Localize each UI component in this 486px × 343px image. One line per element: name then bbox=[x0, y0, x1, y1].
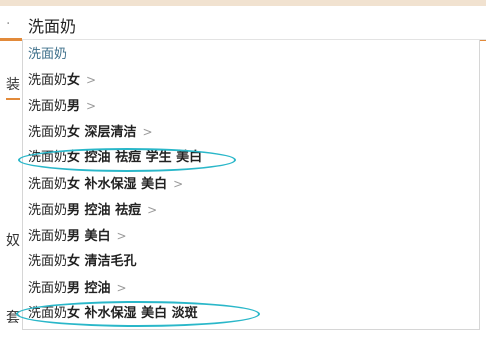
suggestion-base-text: 洗面奶 bbox=[28, 73, 68, 88]
suggestion-item[interactable]: 洗面奶 bbox=[28, 45, 67, 65]
background-text-fragment: 套 bbox=[6, 310, 20, 326]
suggestion-item[interactable]: 洗面奶女 > bbox=[28, 70, 96, 90]
chevron-right-icon[interactable]: > bbox=[147, 203, 157, 217]
background-accent-line bbox=[6, 98, 20, 100]
suggestion-base-text: 洗面奶 bbox=[28, 99, 68, 114]
suggestion-keywords: 女 控油 祛痘 学生 美白 bbox=[67, 150, 203, 165]
suggestion-keywords: 女 bbox=[67, 73, 81, 88]
suggestion-keywords: 女 清洁毛孔 bbox=[67, 254, 137, 269]
suggestion-keywords: 女 补水保湿 美白 淡斑 bbox=[67, 306, 198, 321]
suggestion-item[interactable]: 洗面奶男 > bbox=[28, 96, 96, 116]
suggestion-base-text: 洗面奶 bbox=[28, 203, 68, 218]
suggestion-keywords: 女 补水保湿 美白 bbox=[67, 177, 168, 192]
suggestion-base-text: 洗面奶 bbox=[28, 254, 68, 269]
suggestion-keywords: 男 控油 bbox=[67, 281, 111, 296]
suggestion-keywords: 男 bbox=[67, 99, 81, 114]
search-suggestion-dropdown: 洗面奶 洗面奶女 > 洗面奶男 > 洗面奶女 深层清洁 > 洗面奶女 控油 祛痘 学生 美白洗… bbox=[22, 40, 480, 330]
search-input[interactable] bbox=[26, 13, 470, 37]
chevron-right-icon[interactable]: > bbox=[86, 99, 96, 113]
background-text-fragment: 装 bbox=[6, 77, 20, 93]
background-text-fragment: · bbox=[6, 16, 11, 32]
suggestion-keywords: 男 美白 bbox=[67, 229, 111, 244]
page-top-strip bbox=[0, 0, 486, 6]
chevron-right-icon[interactable]: > bbox=[173, 177, 183, 191]
suggestion-base-text: 洗面奶 bbox=[28, 306, 68, 321]
chevron-right-icon[interactable]: > bbox=[117, 229, 127, 243]
chevron-right-icon[interactable]: > bbox=[117, 281, 127, 295]
search-box[interactable] bbox=[22, 8, 486, 40]
suggestion-item[interactable]: 洗面奶男 美白 > bbox=[28, 226, 127, 246]
suggestion-base-text: 洗面奶 bbox=[28, 125, 68, 140]
suggestion-item[interactable]: 洗面奶女 深层清洁 > bbox=[28, 122, 153, 142]
suggestion-base-text: 洗面奶 bbox=[28, 281, 68, 296]
chevron-right-icon[interactable]: > bbox=[86, 73, 96, 87]
suggestion-keywords: 女 深层清洁 bbox=[67, 125, 137, 140]
suggestion-item[interactable]: 洗面奶女 补水保湿 美白 淡斑 bbox=[28, 304, 198, 324]
suggestion-keywords: 男 控油 祛痘 bbox=[67, 203, 142, 218]
suggestion-base-text: 洗面奶 bbox=[28, 229, 68, 244]
suggestion-item[interactable]: 洗面奶女 清洁毛孔 bbox=[28, 252, 137, 272]
background-text-fragment: 奴 bbox=[6, 233, 20, 249]
suggestion-item[interactable]: 洗面奶男 控油 > bbox=[28, 278, 127, 298]
suggestion-base-text: 洗面奶 bbox=[28, 47, 68, 62]
suggestion-base-text: 洗面奶 bbox=[28, 177, 68, 192]
chevron-right-icon[interactable]: > bbox=[143, 125, 153, 139]
suggestion-base-text: 洗面奶 bbox=[28, 150, 68, 165]
suggestion-item[interactable]: 洗面奶女 控油 祛痘 学生 美白 bbox=[28, 148, 202, 168]
suggestion-item[interactable]: 洗面奶男 控油 祛痘 > bbox=[28, 200, 157, 220]
suggestion-item[interactable]: 洗面奶女 补水保湿 美白 > bbox=[28, 174, 183, 194]
